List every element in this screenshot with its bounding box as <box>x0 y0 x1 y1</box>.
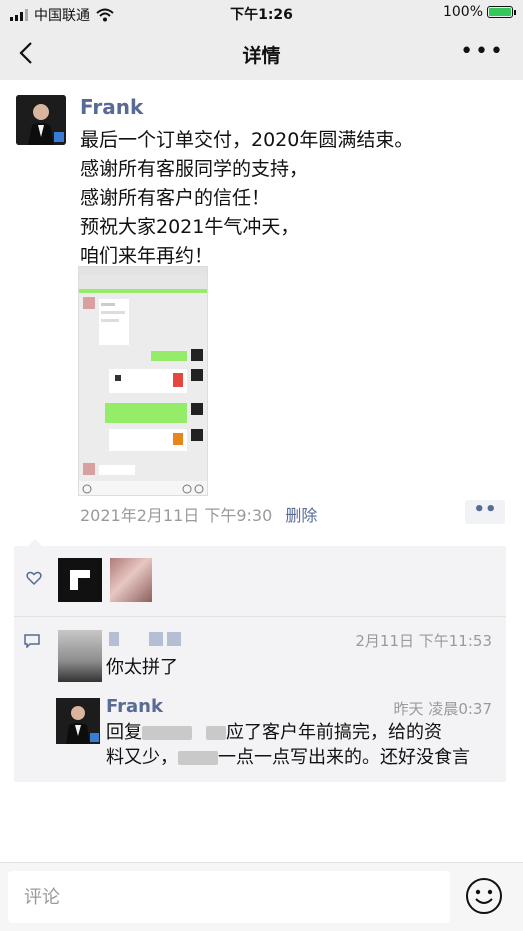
redacted-block <box>206 726 226 740</box>
reply-text[interactable]: 回复 应了客户年前搞完，给的资 料又少， 一点一点写出来的。还好没食言 <box>106 720 496 770</box>
redacted-block <box>142 726 192 740</box>
post-line: 感谢所有客户的信任！ <box>80 187 271 209</box>
commenter-avatar[interactable] <box>58 630 102 682</box>
heart-icon <box>26 571 42 586</box>
post-line: 预祝大家2021牛气冲天， <box>80 216 300 238</box>
post-line: 最后一个订单交付，2020年圆满结束。 <box>80 129 414 151</box>
panel-arrow <box>28 539 42 546</box>
emoji-icon[interactable] <box>465 877 503 915</box>
reply-line2-b: 一点一点写出来的。还好没食言 <box>218 747 470 768</box>
post-image[interactable] <box>78 266 208 496</box>
post-timestamp: 2021年2月11日 下午9:30 <box>80 506 273 525</box>
post-meta: 2021年2月11日 下午9:30 删除 <box>80 502 317 526</box>
comment-icon <box>24 634 40 648</box>
liker-avatar[interactable] <box>58 558 102 602</box>
comment-text[interactable]: 你太拼了 <box>106 653 178 679</box>
reply-prefix: 回复 <box>106 722 142 743</box>
comment-input[interactable] <box>8 871 450 923</box>
reply-time: 昨天 凌晨0:37 <box>393 700 492 718</box>
comment-bar <box>0 862 523 931</box>
battery-percent: 100% <box>442 4 483 20</box>
status-bar: 中国联通 下午1:26 100% <box>0 0 523 26</box>
author-avatar[interactable] <box>16 95 66 145</box>
post-text: 最后一个订单交付，2020年圆满结束。 感谢所有客服同学的支持， 感谢所有客户的… <box>80 126 500 271</box>
commenter-name-redacted[interactable] <box>109 630 187 648</box>
more-icon[interactable]: ••• <box>460 41 505 63</box>
reply-line2-a: 料又少， <box>106 747 178 768</box>
interaction-panel: 2月11日 下午11:53 你太拼了 Frank 昨天 凌晨0:37 回复 应了客… <box>14 539 506 782</box>
comment-time: 2月11日 下午11:53 <box>355 632 492 650</box>
delete-link[interactable]: 删除 <box>285 506 317 525</box>
nav-bar: 详情 ••• <box>0 26 523 80</box>
like-comment-menu-button[interactable]: •• <box>465 500 505 524</box>
liker-avatar[interactable] <box>110 558 152 602</box>
reply-line1: 应了客户年前搞完，给的资 <box>226 722 442 743</box>
reply-avatar[interactable] <box>56 698 100 744</box>
battery-icon <box>487 6 516 18</box>
divider <box>14 616 506 617</box>
reply-author[interactable]: Frank <box>106 696 163 717</box>
chat-screenshot-thumbnail <box>79 267 207 495</box>
redacted-block <box>178 751 218 765</box>
status-right: 100% <box>442 4 516 20</box>
author-name[interactable]: Frank <box>80 95 143 119</box>
page-title: 详情 <box>242 45 281 67</box>
post-line: 感谢所有客服同学的支持， <box>80 158 309 180</box>
